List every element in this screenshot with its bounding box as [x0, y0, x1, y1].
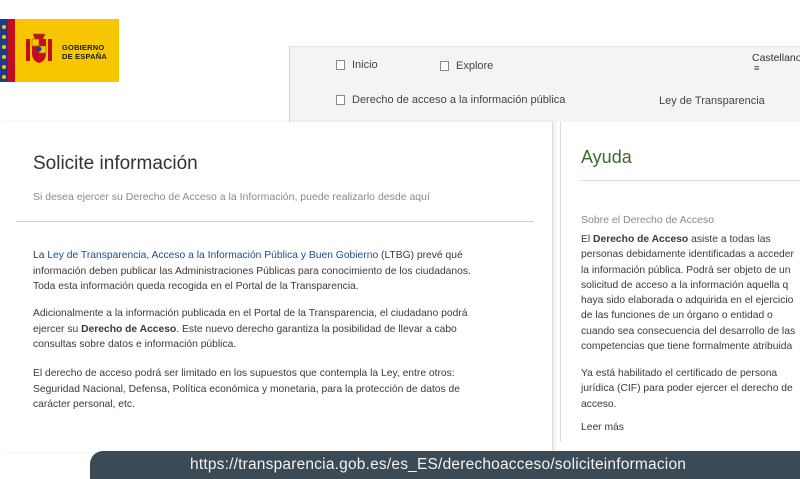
nav-bullet-icon: [336, 60, 345, 70]
url-text: https://transparencia.gob.es/es_ES/derec…: [190, 456, 687, 473]
nav-item-explore[interactable]: Explore: [440, 60, 493, 72]
language-label: Castellano: [752, 52, 800, 64]
ltbg-link[interactable]: Ley de Transparencia, Acceso a la Inform…: [47, 250, 378, 261]
top-navigation: Inicio Explore Derecho de acceso a la in…: [289, 46, 800, 122]
url-caption-bar: https://transparencia.gob.es/es_ES/derec…: [90, 451, 800, 479]
spain-flag-stripe: [8, 19, 15, 82]
nav-item-inicio[interactable]: Inicio: [336, 59, 378, 71]
help-section-title: Sobre el Derecho de Acceso: [581, 214, 715, 226]
main-panel: Solicite información Si desea ejercer su…: [0, 122, 553, 452]
nav-item-ley-transparencia[interactable]: Ley de Transparencia: [659, 95, 765, 107]
page-subtitle: Si desea ejercer su Derecho de Acceso a …: [33, 191, 430, 203]
divider: [16, 221, 534, 222]
chevron-down-icon: ≡: [754, 63, 760, 73]
divider: [581, 180, 800, 181]
intro-paragraph: La Ley de Transparencia, Acceso a la Inf…: [33, 250, 471, 292]
limits-paragraph: El derecho de acceso podrá ser limitado …: [33, 368, 460, 410]
read-more-link[interactable]: Leer más: [581, 422, 624, 433]
nav-item-derecho-acceso[interactable]: Derecho de acceso a la información públi…: [336, 94, 565, 106]
logo-text: GOBIERNO DE ESPAÑA: [62, 43, 108, 61]
help-paragraph-2: Ya está habilitado el certificado de per…: [581, 368, 793, 410]
help-paragraph-1: El Derecho de Acceso asiste a todas las …: [581, 234, 796, 353]
page-title: Solicite información: [33, 153, 198, 174]
coat-of-arms-icon: [26, 33, 52, 63]
gobierno-de-espana-logo[interactable]: GOBIERNO DE ESPAÑA: [0, 19, 119, 82]
language-selector[interactable]: Castellano ≡: [752, 52, 800, 72]
help-panel: Ayuda Sobre el Derecho de Acceso El Dere…: [560, 122, 800, 442]
help-title: Ayuda: [581, 147, 632, 167]
nav-bullet-icon: [336, 95, 345, 105]
access-right-paragraph: Adicionalmente a la información publicad…: [33, 308, 468, 350]
nav-bullet-icon: [440, 61, 449, 71]
eu-flag-stripe: [0, 19, 8, 82]
